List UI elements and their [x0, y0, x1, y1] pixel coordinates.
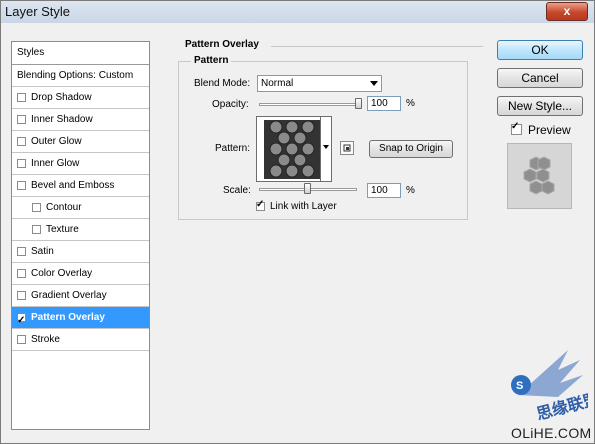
scale-slider-handle[interactable]	[304, 183, 311, 194]
scale-input[interactable]: 100	[367, 183, 401, 198]
preview-checkbox[interactable]	[511, 121, 522, 135]
scale-label: Scale:	[223, 185, 251, 196]
style-checkbox[interactable]	[17, 137, 26, 146]
watermark-text: OLiHE.COM	[511, 425, 592, 441]
pattern-thumbnail-icon	[264, 120, 320, 179]
style-checkbox[interactable]	[17, 335, 26, 344]
style-item-label: Contour	[46, 202, 82, 213]
opacity-label: Opacity:	[212, 99, 249, 110]
style-checkbox[interactable]	[17, 291, 26, 300]
watermark-logo: S 思缘联盟	[511, 350, 588, 424]
style-item-label: Inner Shadow	[31, 114, 93, 125]
link-with-layer-checkbox[interactable]	[256, 199, 265, 211]
title-bar[interactable]: Layer Style x	[1, 1, 594, 23]
style-item-label: Texture	[46, 224, 79, 235]
opacity-slider[interactable]	[259, 103, 359, 106]
style-checkbox[interactable]	[17, 115, 26, 124]
style-item-label: Outer Glow	[31, 136, 82, 147]
style-item-bevel-and-emboss[interactable]: Bevel and Emboss	[12, 175, 149, 197]
pattern-label: Pattern:	[215, 143, 251, 154]
style-item-label: Drop Shadow	[31, 92, 92, 103]
pattern-dropdown-arrow-icon[interactable]	[323, 145, 329, 149]
style-item-contour[interactable]: Contour	[12, 197, 149, 219]
opacity-slider-handle[interactable]	[355, 98, 362, 109]
cancel-button[interactable]: Cancel	[497, 68, 583, 88]
close-button[interactable]: x	[546, 2, 588, 21]
style-item-label: Stroke	[31, 334, 60, 345]
scale-percent: %	[406, 185, 415, 196]
style-checkbox[interactable]	[32, 203, 41, 212]
style-item-color-overlay[interactable]: Color Overlay	[12, 263, 149, 285]
link-with-layer-option[interactable]: Link with Layer	[256, 199, 337, 212]
style-item-gradient-overlay[interactable]: Gradient Overlay	[12, 285, 149, 307]
styles-header[interactable]: Styles	[12, 42, 149, 65]
style-checkbox[interactable]	[17, 247, 26, 256]
style-checkbox[interactable]	[17, 310, 26, 331]
style-item-label: Inner Glow	[31, 158, 80, 169]
style-checkbox[interactable]	[17, 269, 26, 278]
style-item-outer-glow[interactable]: Outer Glow	[12, 131, 149, 153]
new-preset-icon[interactable]	[340, 141, 354, 155]
snap-to-origin-button[interactable]: Snap to Origin	[369, 140, 453, 158]
section-title: Pattern Overlay	[182, 39, 262, 50]
blend-mode-value: Normal	[261, 78, 294, 89]
opacity-percent: %	[406, 98, 415, 109]
blending-options-item[interactable]: Blending Options: Custom	[12, 65, 149, 87]
style-checkbox[interactable]	[32, 225, 41, 234]
style-item-stroke[interactable]: Stroke	[12, 329, 149, 351]
style-item-label: Gradient Overlay	[31, 290, 107, 301]
window-title: Layer Style	[5, 4, 71, 19]
ok-button[interactable]: OK	[497, 40, 583, 60]
blend-mode-label: Blend Mode:	[194, 78, 251, 89]
preview-label: Preview	[528, 123, 571, 137]
opacity-input[interactable]: 100	[367, 96, 401, 111]
style-checkbox[interactable]	[17, 159, 26, 168]
style-item-pattern-overlay[interactable]: Pattern Overlay	[12, 307, 149, 331]
style-item-label: Bevel and Emboss	[31, 180, 115, 191]
style-item-label: Pattern Overlay	[31, 312, 105, 323]
pattern-group-title: Pattern	[191, 55, 232, 66]
style-item-inner-shadow[interactable]: Inner Shadow	[12, 109, 149, 131]
style-preview	[507, 143, 572, 209]
dropdown-arrow-icon	[370, 81, 378, 86]
pattern-picker[interactable]	[256, 116, 332, 182]
style-item-satin[interactable]: Satin	[12, 241, 149, 263]
style-item-texture[interactable]: Texture	[12, 219, 149, 241]
link-with-layer-label: Link with Layer	[270, 201, 337, 212]
new-style-button[interactable]: New Style...	[497, 96, 583, 116]
section-divider	[271, 46, 483, 47]
svg-text:S: S	[516, 380, 523, 392]
layer-style-dialog: Layer Style x Styles Blending Options: C…	[0, 0, 595, 444]
style-checkbox[interactable]	[17, 93, 26, 102]
style-item-drop-shadow[interactable]: Drop Shadow	[12, 87, 149, 109]
blend-mode-select[interactable]: Normal	[257, 75, 382, 92]
style-item-label: Satin	[31, 246, 54, 257]
style-checkbox[interactable]	[17, 181, 26, 190]
preview-pattern-icon	[523, 156, 555, 195]
style-item-label: Color Overlay	[31, 268, 93, 279]
style-item-inner-glow[interactable]: Inner Glow	[12, 153, 149, 175]
styles-list: Styles Blending Options: Custom Drop Sha…	[11, 41, 150, 430]
pattern-picker-divider	[320, 117, 321, 181]
